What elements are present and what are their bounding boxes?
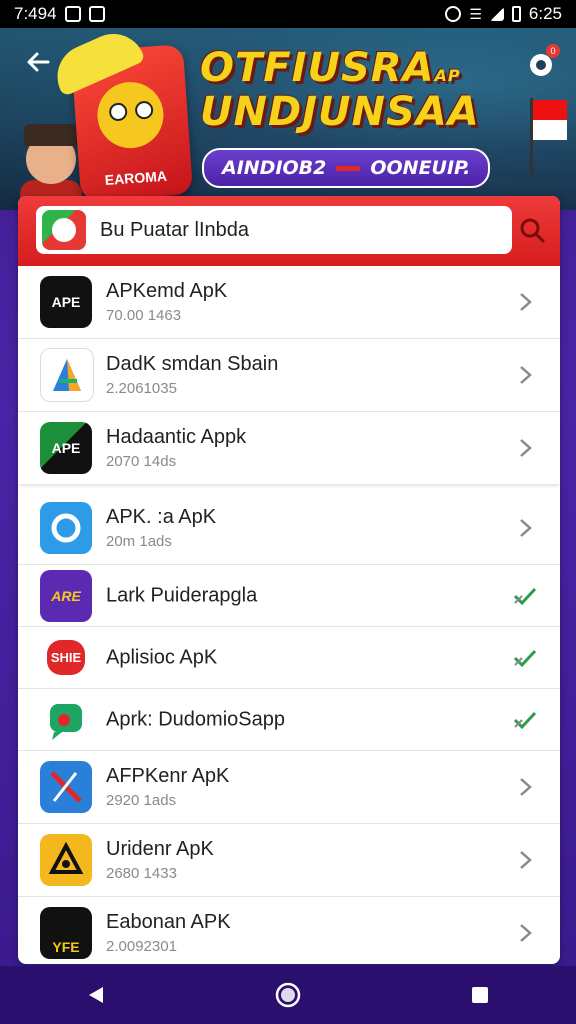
search-icon — [520, 218, 545, 243]
app-name: DadK smdan Sbain — [106, 353, 279, 375]
app-name: Eabonan APK — [106, 911, 231, 933]
list-item[interactable]: Uridenr ApK 2680 1433 — [18, 824, 560, 897]
app-list-card: Bu Puatar lInbda APE APKemd ApK 70.00 14… — [18, 196, 560, 964]
chevron-right-icon[interactable] — [512, 515, 538, 541]
app-icon — [40, 761, 92, 813]
headline-line1: OTFIUSRA — [200, 45, 435, 91]
back-button[interactable] — [20, 44, 56, 80]
app-icon — [40, 834, 92, 886]
app-logo-icon — [42, 210, 86, 250]
banner-subtitle: AINDIOB2 OONEUIP. — [202, 148, 491, 188]
mascot-illustration: EAROMA — [47, 28, 194, 202]
triangle-back-icon — [89, 987, 103, 1003]
alarm-icon — [445, 6, 462, 22]
arrow-left-icon — [27, 52, 50, 72]
chevron-right-icon[interactable] — [512, 920, 538, 946]
search-header: Bu Puatar lInbda — [18, 196, 560, 266]
app-icon — [40, 502, 92, 554]
headline-line1-suffix: AP — [434, 66, 461, 85]
status-time-left: 7:494 — [14, 4, 57, 23]
list-item[interactable]: APE Hadaantic Appk 2070 14ds — [18, 412, 560, 484]
app-name: Uridenr ApK — [106, 838, 214, 860]
chevron-right-icon[interactable] — [512, 362, 538, 388]
app-icon: APE — [40, 276, 92, 328]
check-icon[interactable] — [512, 645, 538, 671]
app-name: AFPKenr ApK — [106, 765, 230, 787]
list-item[interactable]: APE APKemd ApK 70.00 1463 — [18, 266, 560, 339]
list-item[interactable]: ARE Lark Puiderapgla — [18, 565, 560, 627]
app-subtitle: 2680 1433 — [106, 865, 177, 882]
app-name: Lark Puiderapgla — [106, 584, 258, 606]
list-item[interactable]: DadK smdan Sbain 2.2061035 — [18, 339, 560, 412]
book-icon — [88, 6, 105, 22]
app-icon: ARE — [40, 569, 92, 622]
nav-back-button[interactable] — [76, 975, 116, 1015]
subtitle-left: AINDIOB2 — [222, 157, 327, 179]
chevron-right-icon[interactable] — [512, 435, 538, 461]
signal-icon — [489, 7, 504, 21]
app-name: Aprk: DudomioSapp — [106, 708, 285, 730]
app-icon: SHIE — [40, 631, 92, 684]
app-list: APE APKemd ApK 70.00 1463 DadK smdan Sba… — [18, 266, 560, 964]
nav-home-button[interactable] — [268, 975, 308, 1015]
circle-home-icon — [275, 982, 301, 1008]
battery-icon — [511, 6, 521, 22]
app-subtitle: 20m 1ads — [106, 533, 172, 550]
app-name: APK. :a ApK — [106, 506, 217, 528]
mascot-label: EAROMA — [104, 167, 168, 189]
system-nav-bar — [0, 966, 576, 1024]
app-subtitle: 2920 1ads — [106, 792, 177, 809]
search-input[interactable]: Bu Puatar lInbda — [36, 206, 512, 254]
app-icon: YFE — [40, 907, 92, 959]
app-name: APKemd ApK — [106, 280, 228, 302]
subtitle-right: OONEUIP. — [370, 157, 471, 179]
app-name: Aplisioc ApK — [106, 646, 218, 668]
notification-badge: 0 — [546, 44, 560, 58]
app-subtitle: 2.0092301 — [106, 938, 177, 955]
app-subtitle: 2070 14ds — [106, 453, 177, 470]
chevron-right-icon[interactable] — [512, 774, 538, 800]
status-time-right: 6:25 — [528, 4, 562, 23]
flag-illustration — [526, 98, 567, 178]
chevron-right-icon[interactable] — [512, 289, 538, 315]
nav-recents-button[interactable] — [460, 975, 500, 1015]
check-icon[interactable] — [512, 583, 538, 609]
search-button[interactable] — [510, 208, 554, 252]
app-subtitle: 2.2061035 — [106, 380, 177, 397]
status-bar: 7:494 ☰ 6:25 — [0, 0, 576, 28]
app-icon: APE — [40, 422, 92, 474]
wifi-icon: ☰ — [469, 5, 482, 22]
shield-badge-icon: SHIE — [46, 640, 86, 675]
banner-headline: OTFIUSRAAP UNDJUNSAA — [200, 48, 490, 132]
notification-button[interactable]: 0 — [522, 44, 560, 82]
square-recents-icon — [472, 987, 488, 1003]
notification-icon — [64, 6, 81, 22]
app-subtitle: 70.00 1463 — [106, 307, 182, 324]
list-item[interactable]: YFE Eabonan APK 2.0092301 — [18, 897, 560, 964]
dash-divider — [336, 165, 361, 171]
list-item[interactable]: APK. :a ApK 20m 1ads — [18, 492, 560, 565]
app-icon — [40, 348, 94, 402]
list-item[interactable]: SHIE Aplisioc ApK — [18, 627, 560, 689]
list-item[interactable]: AFPKenr ApK 2920 1ads — [18, 751, 560, 824]
check-icon[interactable] — [512, 707, 538, 733]
chevron-right-icon[interactable] — [512, 847, 538, 873]
list-item[interactable]: Aprk: DudomioSapp — [18, 689, 560, 751]
headline-line2: UNDJUNSAA — [200, 89, 480, 135]
app-icon — [40, 693, 92, 746]
hero-banner: EAROMA OTFIUSRAAP UNDJUNSAA AINDIOB2 OON… — [0, 28, 576, 210]
search-value: Bu Puatar lInbda — [100, 218, 249, 241]
app-name: Hadaantic Appk — [106, 426, 247, 448]
